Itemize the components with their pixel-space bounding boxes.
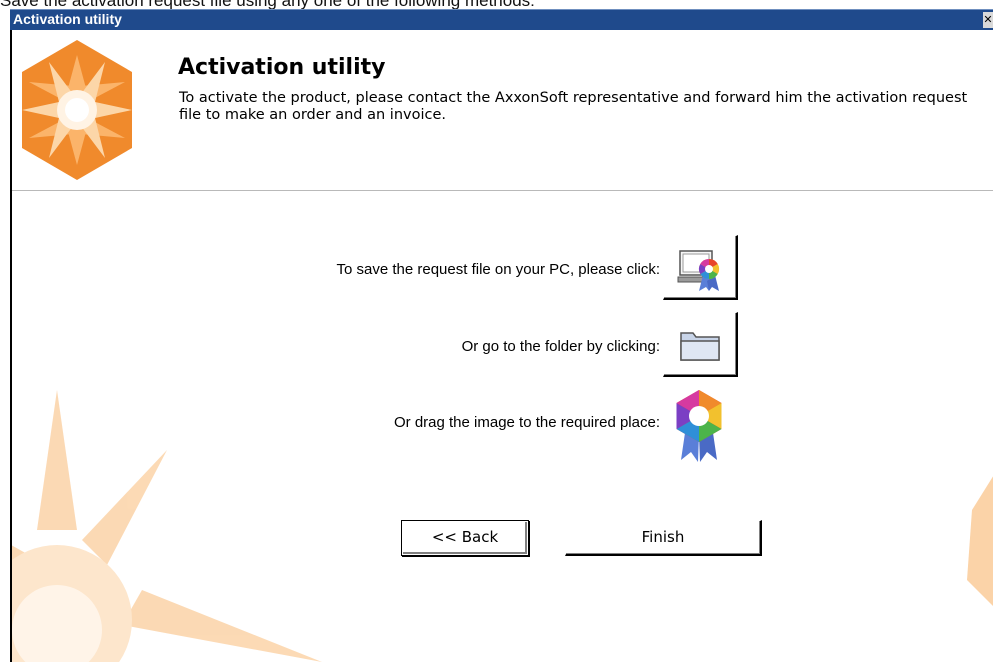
background-star-fragment (967, 476, 993, 606)
header-description: To activate the product, please contact … (179, 90, 968, 123)
dialog-header: Activation utility To activate the produ… (12, 30, 993, 191)
back-button[interactable]: << Back (401, 520, 529, 556)
page-caption: Save the activation request file using a… (0, 0, 535, 10)
folder-icon (680, 332, 720, 361)
close-icon[interactable]: ✕ (983, 12, 993, 28)
open-folder-label: Or go to the folder by clicking: (461, 338, 660, 355)
activation-request-badge-icon[interactable] (669, 388, 729, 468)
open-folder-button[interactable] (663, 312, 738, 377)
window-titlebar: Activation utility ✕ (10, 9, 993, 30)
computer-with-badge-icon (677, 250, 720, 291)
background-star-decoration (12, 390, 322, 662)
finish-button[interactable]: Finish (565, 520, 762, 556)
drag-image-label: Or drag the image to the required place: (394, 414, 660, 431)
activation-dialog: Activation utility To activate the produ… (10, 30, 993, 662)
window-title: Activation utility (13, 11, 122, 27)
save-request-button[interactable] (663, 235, 738, 300)
save-request-label: To save the request file on your PC, ple… (336, 261, 661, 278)
axxonsoft-logo-icon (22, 40, 132, 180)
page-title: Activation utility (178, 55, 386, 80)
